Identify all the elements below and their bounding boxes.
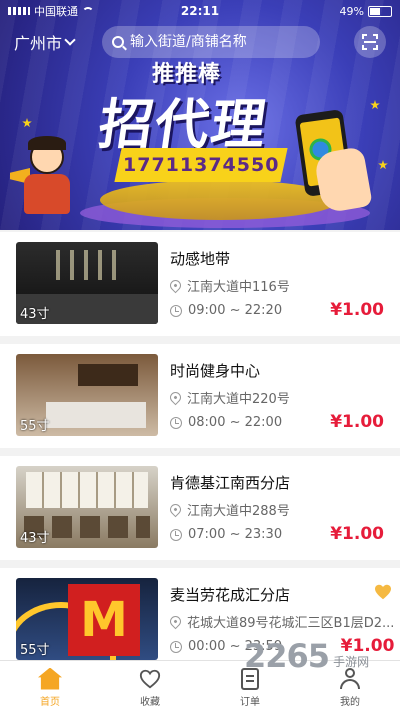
shop-thumbnail: 43寸: [16, 242, 158, 324]
shop-card[interactable]: 55寸 时尚健身中心 江南大道中220号 08:00 ~ 22:00 ¥1.00: [0, 344, 400, 448]
shop-name: 麦当劳花成汇分店: [170, 586, 291, 604]
battery-icon: [368, 5, 392, 17]
wifi-icon: [82, 6, 94, 16]
shop-name: 时尚健身中心: [170, 362, 261, 380]
brand-logo: M: [80, 592, 128, 648]
shop-price: ¥1.00: [330, 524, 384, 544]
shop-thumbnail: M 55寸: [16, 578, 158, 660]
tab-me-label: 我的: [340, 696, 360, 708]
city-selector[interactable]: 广州市: [14, 30, 102, 54]
clock-time: 22:11: [180, 4, 220, 18]
tab-orders-label: 订单: [240, 696, 260, 708]
favorite-heart-icon[interactable]: [374, 584, 392, 600]
tab-orders[interactable]: 订单: [200, 661, 300, 714]
shop-card[interactable]: 43寸 动感地带 江南大道中116号 09:00 ~ 22:20 ¥1.00: [0, 232, 400, 336]
screen-size-label: 43寸: [20, 531, 50, 546]
mascot-illustration: [10, 136, 80, 220]
clock-icon: [170, 416, 182, 429]
location-pin-icon: [170, 613, 184, 630]
clock-icon: [170, 640, 182, 653]
shop-address-row: 江南大道中288号: [170, 500, 384, 519]
bottom-tab-bar: 首页 收藏 订单 我的: [0, 660, 400, 714]
shop-address: 江南大道中116号: [187, 280, 290, 295]
carrier-label: 中国联通: [34, 5, 78, 18]
signal-icon: [8, 7, 30, 15]
shop-list: 43寸 动感地带 江南大道中116号 09:00 ~ 22:20 ¥1.00 5…: [0, 232, 400, 680]
shop-name: 动感地带: [170, 250, 231, 268]
screen-size-label: 43寸: [20, 307, 50, 322]
banner-phone-tag: 17711374550: [114, 148, 288, 182]
screen-size-label: 55寸: [20, 643, 50, 658]
shop-address-row: 江南大道中116号: [170, 276, 384, 295]
shop-hours: 00:00 ~ 23:59: [188, 639, 283, 654]
shop-card[interactable]: 43寸 肯德基江南西分店 江南大道中288号 07:00 ~ 23:30 ¥1.…: [0, 456, 400, 560]
tab-favorites-label: 收藏: [140, 696, 160, 708]
banner-phone-number: 17711374550: [122, 154, 280, 176]
search-bar[interactable]: [102, 26, 320, 58]
shop-name: 肯德基江南西分店: [170, 474, 291, 492]
location-pin-icon: [170, 389, 184, 406]
shop-address-row: 江南大道中220号: [170, 388, 384, 407]
order-list-icon: [241, 667, 259, 690]
home-icon: [38, 667, 62, 690]
shop-price: ¥1.00: [330, 412, 384, 432]
shop-hours: 08:00 ~ 22:00: [188, 415, 283, 430]
shop-address: 江南大道中220号: [187, 392, 290, 407]
scan-button[interactable]: [354, 26, 386, 58]
shop-address-row: 花城大道89号花城汇三区B1层D2...: [170, 612, 394, 631]
battery-percent: 49%: [339, 4, 364, 18]
shop-hours: 09:00 ~ 22:20: [188, 303, 283, 318]
shop-thumbnail: 43寸: [16, 466, 158, 548]
city-label: 广州市: [14, 34, 63, 53]
shop-card[interactable]: M 55寸 麦当劳花成汇分店 花城大道89号花城汇三区B1层D2... 00:0…: [0, 568, 400, 672]
shop-price: ¥1.00: [340, 636, 395, 656]
scan-icon: [362, 34, 378, 50]
shop-price: ¥1.00: [330, 300, 384, 320]
screen-size-label: 55寸: [20, 419, 50, 434]
tab-favorites[interactable]: 收藏: [100, 661, 200, 714]
shop-hours: 07:00 ~ 23:30: [188, 527, 283, 542]
tab-home[interactable]: 首页: [0, 661, 100, 714]
shop-address: 花城大道89号花城汇三区B1层D2...: [187, 616, 395, 631]
user-icon: [339, 667, 361, 690]
clock-icon: [170, 528, 182, 541]
location-pin-icon: [170, 277, 184, 294]
shop-thumbnail: 55寸: [16, 354, 158, 436]
search-icon: [112, 36, 124, 48]
shop-address: 江南大道中288号: [187, 504, 290, 519]
status-bar: 中国联通 22:11 49%: [0, 0, 400, 22]
chevron-down-icon: [64, 34, 76, 46]
top-nav: 广州市: [0, 22, 400, 62]
clock-icon: [170, 304, 182, 317]
search-input[interactable]: [130, 34, 300, 50]
heart-icon: [139, 669, 161, 688]
tab-me[interactable]: 我的: [300, 661, 400, 714]
tab-home-label: 首页: [40, 696, 60, 708]
location-pin-icon: [170, 501, 184, 518]
